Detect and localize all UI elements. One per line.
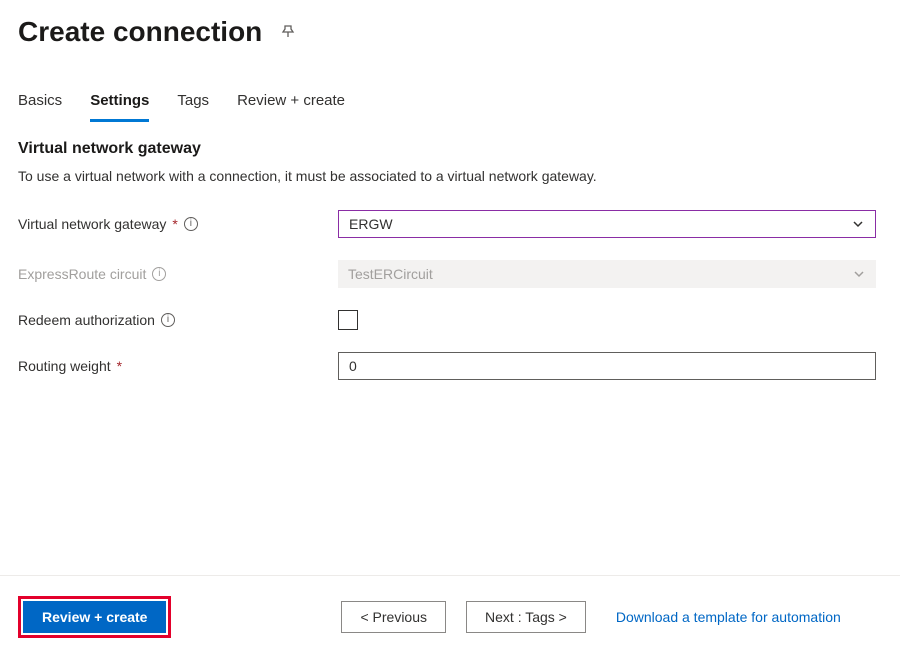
page-title: Create connection — [18, 16, 262, 48]
pin-icon[interactable] — [278, 22, 298, 42]
row-expressroute-circuit: ExpressRoute circuit i TestERCircuit — [18, 260, 882, 288]
chevron-down-icon — [851, 217, 865, 231]
download-template-link[interactable]: Download a template for automation — [616, 609, 841, 625]
tab-basics[interactable]: Basics — [18, 92, 62, 122]
info-icon[interactable]: i — [184, 217, 198, 231]
virtual-network-gateway-select[interactable]: ERGW — [338, 210, 876, 238]
section-description: To use a virtual network with a connecti… — [18, 168, 882, 184]
footer-bar: Review + create < Previous Next : Tags >… — [0, 575, 900, 660]
control-wrap: ERGW — [338, 210, 876, 238]
info-icon[interactable]: i — [161, 313, 175, 327]
label-routing-weight: Routing weight * — [18, 358, 338, 374]
label-redeem-authorization: Redeem authorization i — [18, 312, 338, 328]
select-value: ERGW — [349, 216, 393, 232]
row-virtual-network-gateway: Virtual network gateway * i ERGW — [18, 210, 882, 238]
previous-button[interactable]: < Previous — [341, 601, 446, 633]
section-vng: Virtual network gateway To use a virtual… — [0, 122, 900, 184]
control-wrap — [338, 352, 876, 380]
tabs-bar: Basics Settings Tags Review + create — [0, 54, 900, 122]
label-text: ExpressRoute circuit — [18, 266, 146, 282]
label-virtual-network-gateway: Virtual network gateway * i — [18, 216, 338, 232]
label-text: Redeem authorization — [18, 312, 155, 328]
info-icon[interactable]: i — [152, 267, 166, 281]
form: Virtual network gateway * i ERGW Express… — [0, 210, 900, 380]
next-button[interactable]: Next : Tags > — [466, 601, 586, 633]
row-routing-weight: Routing weight * — [18, 352, 882, 380]
label-text: Routing weight — [18, 358, 111, 374]
expressroute-circuit-select: TestERCircuit — [338, 260, 876, 288]
review-create-button[interactable]: Review + create — [23, 601, 166, 633]
highlight-review-create: Review + create — [18, 596, 171, 638]
required-asterisk: * — [117, 358, 122, 374]
control-wrap: TestERCircuit — [338, 260, 876, 288]
chevron-down-icon — [852, 267, 866, 281]
label-expressroute-circuit: ExpressRoute circuit i — [18, 266, 338, 282]
page-header: Create connection — [0, 0, 900, 54]
row-redeem-authorization: Redeem authorization i — [18, 310, 882, 330]
label-text: Virtual network gateway — [18, 216, 166, 232]
routing-weight-input[interactable] — [338, 352, 876, 380]
redeem-authorization-checkbox[interactable] — [338, 310, 358, 330]
tab-review-create[interactable]: Review + create — [237, 92, 345, 122]
tab-settings[interactable]: Settings — [90, 92, 149, 122]
select-value: TestERCircuit — [348, 266, 433, 282]
tab-tags[interactable]: Tags — [177, 92, 209, 122]
section-heading: Virtual network gateway — [18, 140, 882, 158]
control-wrap — [338, 310, 876, 330]
required-asterisk: * — [172, 216, 177, 232]
